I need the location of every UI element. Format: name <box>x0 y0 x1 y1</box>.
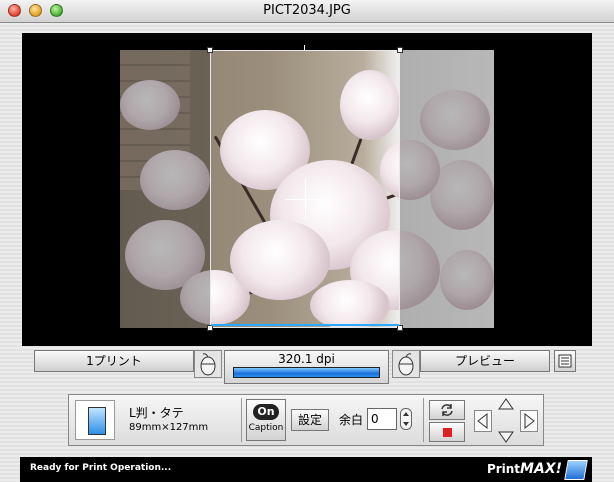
margin-value: 0 <box>371 412 379 426</box>
window-title: PICT2034.JPG <box>263 3 351 18</box>
dpi-indicator: 320.1 dpi <box>224 350 389 384</box>
rotate-icon <box>441 404 453 416</box>
title-bar: PICT2034.JPG <box>0 0 614 23</box>
paper-button[interactable] <box>75 400 115 440</box>
margin-label: 余白 <box>339 413 364 427</box>
mouse-icon[interactable] <box>392 350 420 378</box>
stepper-icon[interactable] <box>400 408 412 430</box>
preview-label: プレビュー <box>454 354 515 368</box>
print-count-label: 1プリント <box>86 354 142 368</box>
crop-baseline <box>211 324 399 326</box>
crop-handle-top-right[interactable] <box>397 47 403 53</box>
crop-center-tick <box>304 45 305 51</box>
close-window-button[interactable] <box>8 4 21 17</box>
arrow-left-icon[interactable] <box>474 410 492 432</box>
print-settings-panel: L判・タテ 89mm×127mm On Caption 設定 余白 0 <box>68 394 544 446</box>
dpi-progress-bar <box>233 367 380 378</box>
panel-divider <box>241 398 242 442</box>
panel-divider <box>423 398 424 442</box>
crop-handle-top-left[interactable] <box>207 47 213 53</box>
paper-size: 89mm×127mm <box>129 422 209 433</box>
stop-icon <box>442 428 452 437</box>
crop-shade-left <box>120 50 210 328</box>
preview-button[interactable]: プレビュー <box>420 350 550 372</box>
status-bar: Ready for Print Operation... PrintMAX! <box>20 457 592 482</box>
logo-bold-text: MAX! <box>520 461 562 477</box>
caption-toggle-button[interactable]: On Caption <box>246 399 286 441</box>
crop-crosshair-vertical <box>305 179 306 219</box>
stop-button[interactable] <box>429 422 465 442</box>
caption-on-badge: On <box>253 404 279 420</box>
menu-button[interactable] <box>554 350 576 372</box>
printmax-logo: PrintMAX! <box>487 461 562 477</box>
rotate-button[interactable] <box>429 400 465 420</box>
print-count-button[interactable]: 1プリント <box>34 350 194 372</box>
paper-name: L判・タテ <box>129 406 184 420</box>
caption-label: Caption <box>248 423 284 433</box>
print-window: 1プリント 320.1 dpi プレビュー L判・タテ 89mm×127mm O… <box>0 23 614 482</box>
dpi-value: 320.1 dpi <box>278 352 335 366</box>
mouse-icon[interactable] <box>194 350 222 378</box>
settings-button[interactable]: 設定 <box>291 409 329 431</box>
arrow-right-icon[interactable] <box>520 410 538 432</box>
arrow-up-icon[interactable] <box>496 396 516 412</box>
arrow-down-icon[interactable] <box>496 429 516 445</box>
printmax-logo-icon <box>564 460 588 480</box>
paper-icon <box>88 407 106 435</box>
margin-field[interactable]: 0 <box>367 408 397 430</box>
zoom-window-button[interactable] <box>50 4 63 17</box>
logo-text: Print <box>486 462 521 476</box>
minimize-window-button[interactable] <box>29 4 42 17</box>
menu-icon <box>558 354 572 368</box>
crop-shade-right <box>400 50 494 328</box>
settings-label: 設定 <box>297 413 322 427</box>
preview-canvas[interactable] <box>22 33 592 346</box>
status-message: Ready for Print Operation... <box>30 463 172 473</box>
